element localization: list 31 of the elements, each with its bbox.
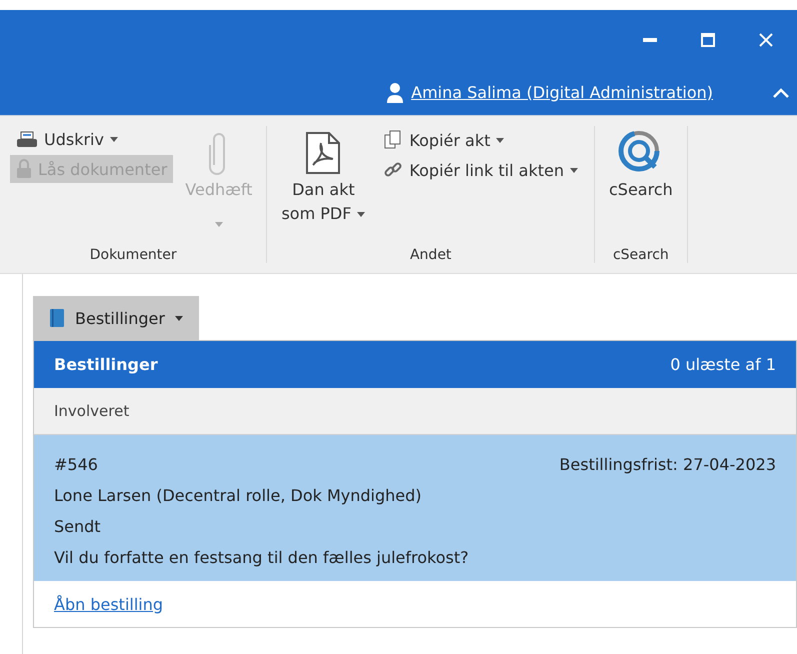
group-label: Andet — [408, 246, 452, 263]
ribbon-large-button[interactable]: Dan akt som PDF — [277, 126, 370, 243]
orders-tab[interactable]: Bestillinger — [33, 296, 199, 340]
copy-icon — [383, 130, 404, 150]
order-number: #546 — [54, 455, 98, 474]
order-deadline: Bestillingsfrist: 27-04-2023 — [559, 455, 776, 474]
user-icon — [387, 82, 404, 102]
user-link[interactable]: Amina Salima (Digital Administration) — [411, 83, 713, 102]
book-icon — [49, 308, 65, 328]
close-icon — [759, 33, 773, 47]
panel-title: Bestillinger — [54, 355, 158, 374]
unread-count: 0 ulæste af 1 — [670, 355, 776, 374]
order-status: Sendt — [54, 517, 102, 536]
group-label: cSearch — [612, 246, 670, 263]
ribbon-button[interactable]: Kopiér link til akten — [377, 156, 584, 184]
section-title: Involveret — [54, 402, 130, 420]
pdf-file-icon — [305, 131, 342, 175]
minimize-icon — [643, 38, 657, 42]
open-order-link[interactable]: Åbn bestilling — [54, 594, 164, 614]
ribbon-button[interactable]: Udskriv — [10, 126, 174, 153]
ribbon-large-button[interactable]: cSearch — [604, 126, 677, 243]
padlock-icon — [16, 159, 32, 179]
caret-icon — [174, 316, 183, 320]
group-label: Dokumenter — [88, 246, 178, 263]
printer-icon — [16, 130, 38, 148]
collapse-icon[interactable] — [773, 88, 789, 98]
order-subject: Vil du forfatte en festsang til den fælles julefrokost? — [54, 548, 470, 567]
maximize-icon — [701, 33, 715, 47]
ribbon-button[interactable]: Kopiér akt — [377, 126, 584, 154]
order-item[interactable]: #546 Bestillingsfrist: 27-04-2023 Lone Larsen (Decentral rolle, Dok Myndighed) Sendt Vil du forfatte en festsang til den fælles julefrokost? — [34, 435, 796, 581]
order-person: Lone Larsen (Decentral rolle, Dok Myndighed) — [54, 486, 423, 505]
